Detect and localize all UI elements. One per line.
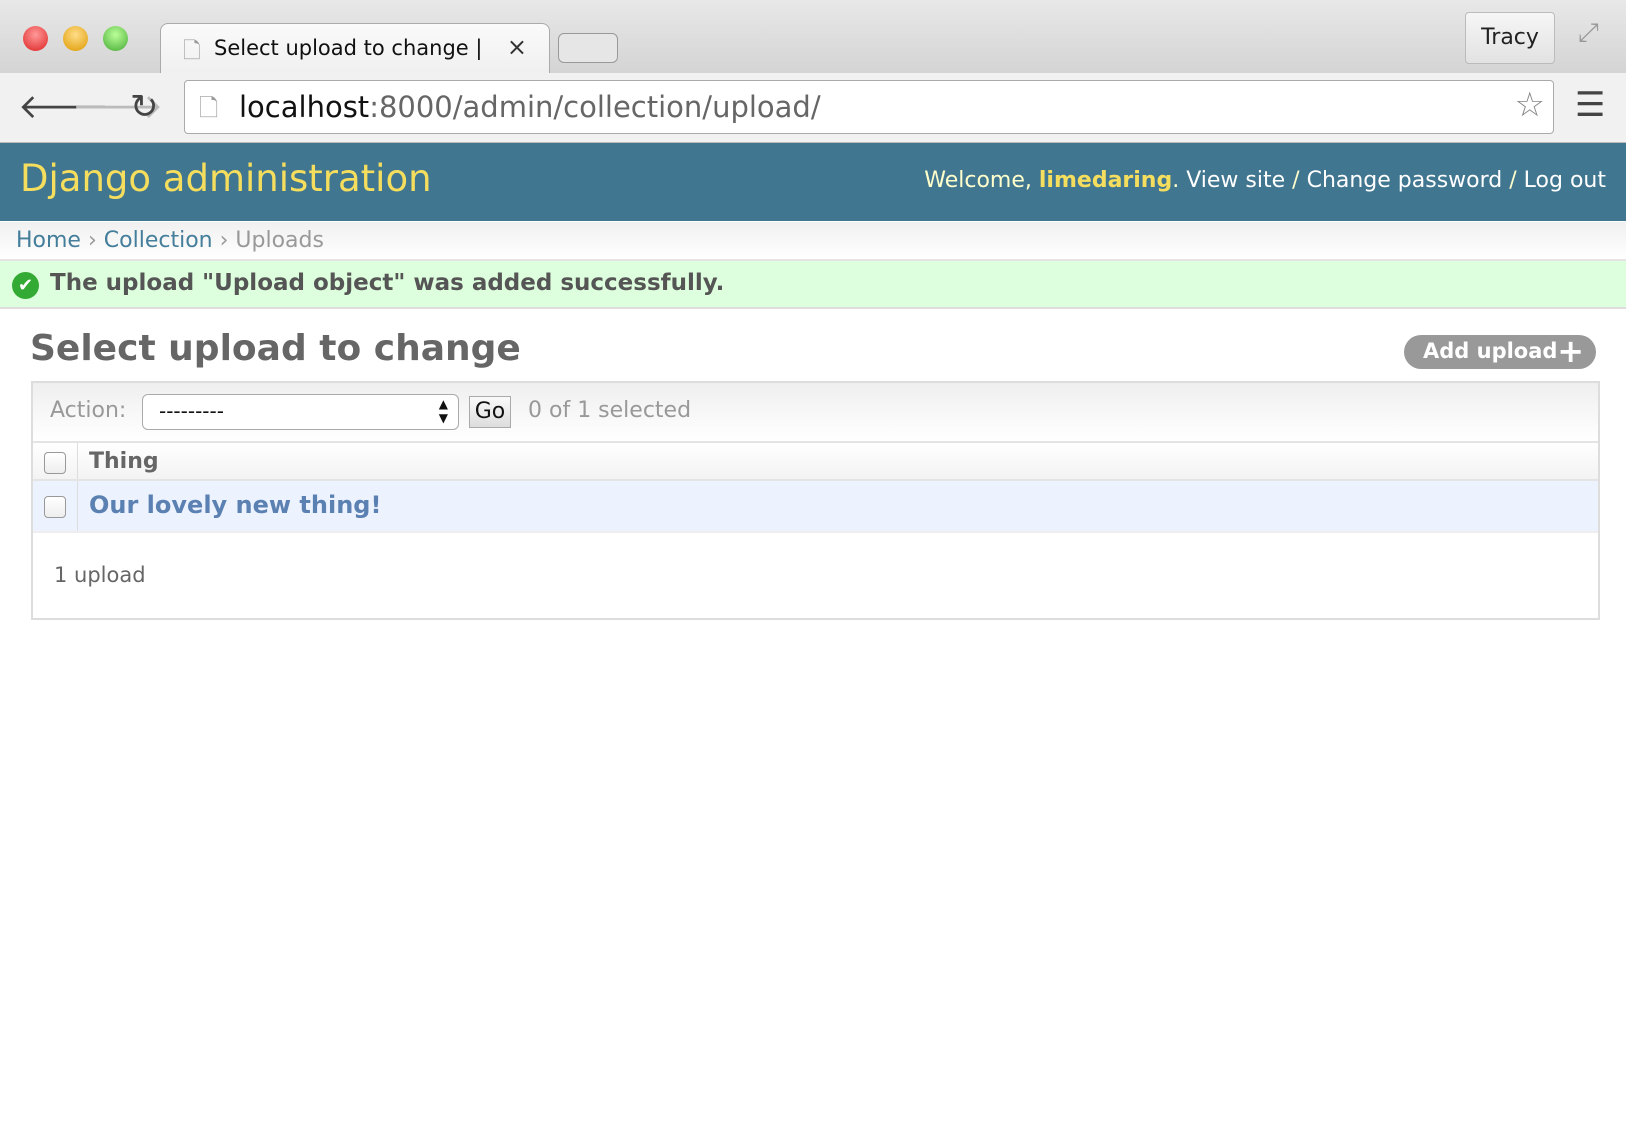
- bookmark-star-icon[interactable]: ☆: [1515, 85, 1545, 125]
- separator: /: [1292, 168, 1300, 193]
- column-header-thing[interactable]: Thing: [89, 449, 159, 474]
- new-tab-button[interactable]: [558, 33, 618, 63]
- plus-icon: +: [1557, 332, 1584, 370]
- message-text: The upload "Upload object" was added suc…: [50, 270, 725, 296]
- check-circle-icon: ✔: [12, 272, 39, 299]
- url-host: localhost: [239, 90, 370, 124]
- page-icon: 🗋: [199, 94, 219, 122]
- tab-bar: 🗋 Select upload to change | Django site …: [0, 0, 1626, 73]
- paginator: 1 upload: [54, 563, 146, 587]
- selection-counter: 0 of 1 selected: [528, 398, 692, 423]
- page-icon: 🗋: [183, 39, 201, 64]
- address-bar[interactable]: 🗋 localhost:8000/admin/collection/upload…: [184, 80, 1554, 134]
- menu-icon[interactable]: ☰: [1575, 85, 1605, 125]
- action-select[interactable]: --------- ▲ ▼: [142, 394, 459, 430]
- breadcrumb-current: Uploads: [235, 228, 324, 253]
- tab-title: Select upload to change | Django site ad…: [214, 36, 484, 60]
- table-row: Our lovely new thing!: [33, 481, 1598, 533]
- row-checkbox[interactable]: [44, 496, 66, 518]
- site-brand[interactable]: Django administration: [20, 157, 432, 200]
- browser-toolbar: 🡐 🡒 ↻ 🗋 localhost:8000/admin/collection/…: [0, 73, 1626, 143]
- reload-icon[interactable]: ↻: [130, 87, 159, 127]
- separator: ›: [87, 228, 97, 253]
- breadcrumb: Home › Collection › Uploads: [0, 222, 1626, 261]
- changelist: Action: --------- ▲ ▼ Go 0 of 1 selected …: [31, 381, 1600, 620]
- breadcrumb-home[interactable]: Home: [16, 228, 81, 253]
- add-upload-label: Add upload: [1423, 339, 1558, 363]
- username: limedaring: [1038, 168, 1173, 193]
- actions-bar: Action: --------- ▲ ▼ Go 0 of 1 selected: [33, 383, 1598, 443]
- select-all-checkbox[interactable]: [44, 452, 66, 474]
- user-tools: Welcome, limedaring. View site / Change …: [924, 168, 1606, 193]
- welcome-text: Welcome,: [924, 168, 1032, 193]
- breadcrumb-collection[interactable]: Collection: [104, 228, 213, 253]
- thing-link[interactable]: Our lovely new thing!: [89, 491, 381, 519]
- url-path: :8000/admin/collection/upload/: [369, 90, 821, 124]
- table-header: Thing: [33, 443, 1598, 481]
- success-message: ✔ The upload "Upload object" was added s…: [0, 261, 1626, 309]
- add-upload-button[interactable]: Add upload +: [1404, 332, 1596, 370]
- action-selected-value: ---------: [159, 399, 224, 423]
- fullscreen-icon[interactable]: ⤢: [1578, 18, 1599, 49]
- maximize-window-button[interactable]: [103, 26, 128, 51]
- minimize-window-button[interactable]: [63, 26, 88, 51]
- admin-header: Django administration Welcome, limedarin…: [0, 143, 1626, 221]
- log-out-link[interactable]: Log out: [1524, 168, 1606, 193]
- separator: /: [1509, 168, 1517, 193]
- close-window-button[interactable]: [23, 26, 48, 51]
- page-title: Select upload to change: [30, 328, 521, 369]
- view-site-link[interactable]: View site: [1186, 168, 1285, 193]
- separator: ›: [219, 228, 229, 253]
- change-password-link[interactable]: Change password: [1307, 168, 1503, 193]
- action-label: Action:: [50, 398, 127, 423]
- close-tab-icon[interactable]: ×: [507, 33, 527, 61]
- profile-button[interactable]: Tracy: [1465, 12, 1555, 64]
- go-button[interactable]: Go: [469, 396, 511, 428]
- select-arrows-icon: ▲ ▼: [438, 397, 448, 425]
- browser-tab[interactable]: 🗋 Select upload to change | Django site …: [160, 23, 550, 73]
